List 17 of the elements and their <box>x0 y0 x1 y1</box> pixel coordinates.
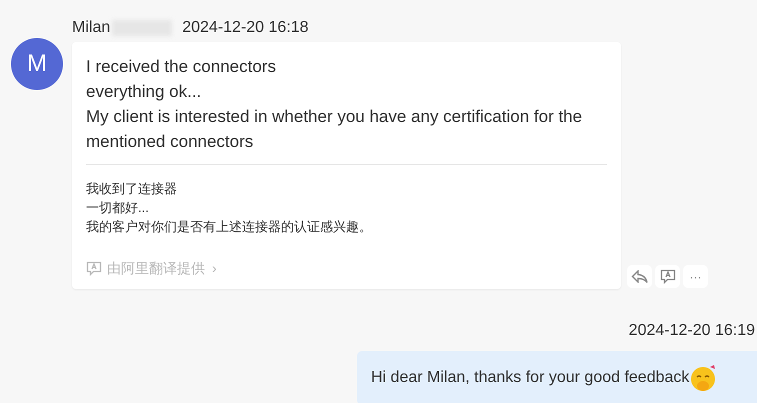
translated-text: 我收到了连接器 <box>86 180 178 198</box>
message-text: I received the connectors <box>86 56 277 78</box>
translated-text: 一切都好... <box>86 199 150 217</box>
message-text: everything ok... <box>86 81 202 103</box>
more-button[interactable]: ··· <box>683 265 708 288</box>
message-text: My client is interested in whether you have any certification for the mentioned connectors <box>86 106 584 153</box>
translate-icon <box>86 261 102 276</box>
reply-button[interactable] <box>627 265 652 288</box>
translate-button[interactable] <box>655 265 680 288</box>
translated-text: 我的客户对你们是否有上述连接器的认证感兴趣。 <box>86 218 373 236</box>
message-text: Hi dear Milan, thanks for your good feedback <box>371 368 690 388</box>
message-time: 2024-12-20 16:19 <box>628 321 755 341</box>
avatar: M <box>11 38 63 90</box>
chevron-icon: › <box>212 258 217 279</box>
translation-credit[interactable]: 由阿里翻译提供 <box>107 258 205 279</box>
message-time: 2024-12-20 16:18 <box>182 18 309 38</box>
sender-name: Milan <box>72 18 110 38</box>
